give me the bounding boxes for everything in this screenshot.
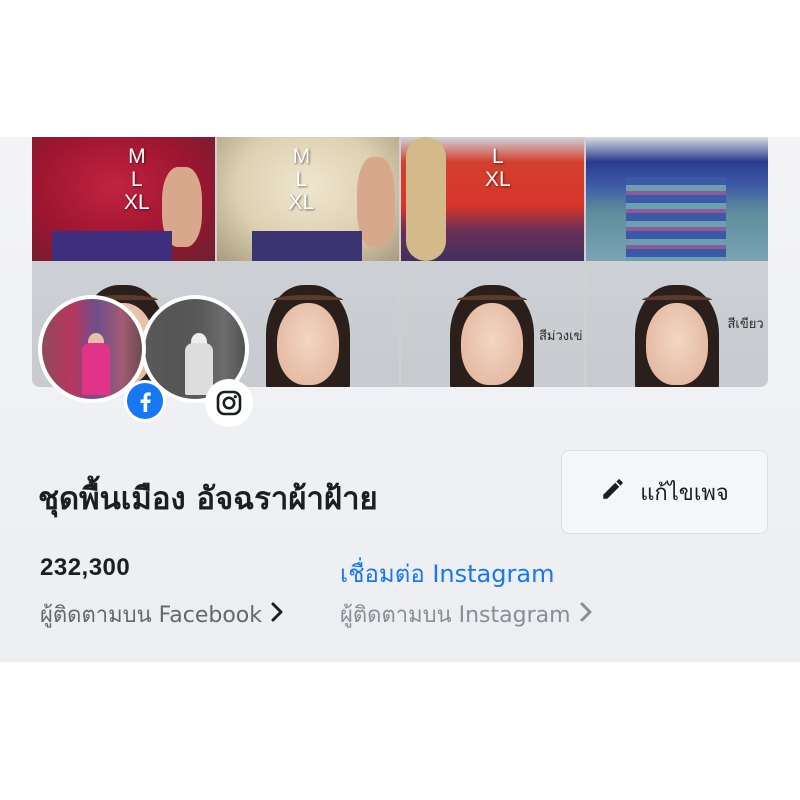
size-label: L XL [485,145,511,191]
color-caption: สีเขียว [727,317,764,332]
headband [457,295,528,305]
skirt-pattern [625,177,726,261]
cover-tile [585,137,768,261]
connect-instagram-link[interactable]: เชื่อมต่อ Instagram [340,554,554,593]
instagram-followers-link[interactable]: ผู้ติดตามบน Instagram [340,597,593,632]
size-label: M L XL [124,145,150,214]
pencil-icon [600,476,626,508]
model-face [276,303,339,385]
edit-page-label: แก้ไขเพจ [640,480,729,506]
avatar-figure [82,343,110,395]
page-header-card: M L XL M L XL L XL สีม่วงเข่ สีเขียว ชุด… [0,137,800,662]
headband [641,295,712,305]
page-title: ชุดพื้นเมือง อัจฉราผ้าฝ้าย [38,481,378,517]
size-label: M L XL [288,145,315,214]
facebook-followers-label: ผู้ติดตามบน Facebook [40,603,262,628]
instagram-icon [205,379,253,427]
model-face [645,303,708,385]
cover-tile: สีเขียว [585,263,768,387]
model-face [461,303,524,385]
headband [272,295,343,305]
cover-figure [356,157,395,247]
edit-page-button[interactable]: แก้ไขเพจ [561,450,768,534]
facebook-follower-count: 232,300 [40,554,131,581]
color-caption: สีม่วงเข่ [539,329,583,344]
cover-figure [52,231,172,261]
chevron-right-icon [579,601,593,629]
cover-tile: M L XL [32,137,215,261]
cover-tile: สีม่วงเข่ [401,263,584,387]
cover-figure [251,231,362,261]
instagram-followers-label: ผู้ติดตามบน Instagram [340,603,571,628]
facebook-icon [124,380,166,422]
cover-tile: L XL [401,137,584,261]
chevron-right-icon [270,601,284,629]
mannequin [406,137,446,261]
facebook-followers-link[interactable]: ผู้ติดตามบน Facebook [40,597,284,632]
cover-tile: M L XL [216,137,399,261]
